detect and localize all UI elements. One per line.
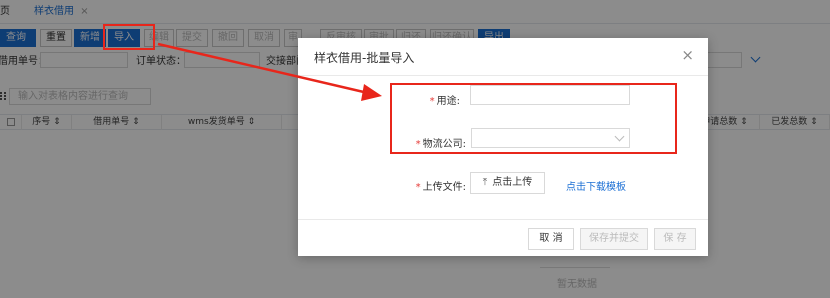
- save-button[interactable]: 保 存: [654, 228, 696, 250]
- import-highlight-box: [103, 24, 155, 50]
- dialog-title: 样衣借用-批量导入: [314, 51, 415, 65]
- footer-divider: [298, 219, 708, 220]
- form-highlight-box: [390, 83, 677, 154]
- upload-icon: ⤒: [482, 177, 488, 188]
- required-mark: *: [415, 182, 421, 193]
- save-and-submit-button[interactable]: 保存并提交: [580, 228, 648, 250]
- upload-button-label: 点击上传: [492, 177, 533, 188]
- dialog-divider: [298, 75, 708, 76]
- cancel-button[interactable]: 取 消: [528, 228, 574, 250]
- upload-file-label-text: 上传文件:: [422, 182, 466, 193]
- close-icon[interactable]: ×: [681, 47, 694, 63]
- page: 页 样衣借用 × 查询 重置 新增 导入 编辑 提交 撤回 取消 审核 反审核 …: [0, 0, 830, 298]
- upload-button[interactable]: ⤒ 点击上传: [470, 172, 545, 194]
- download-template-link[interactable]: 点击下载模板: [566, 178, 626, 193]
- upload-file-label: * 上传文件:: [398, 178, 466, 193]
